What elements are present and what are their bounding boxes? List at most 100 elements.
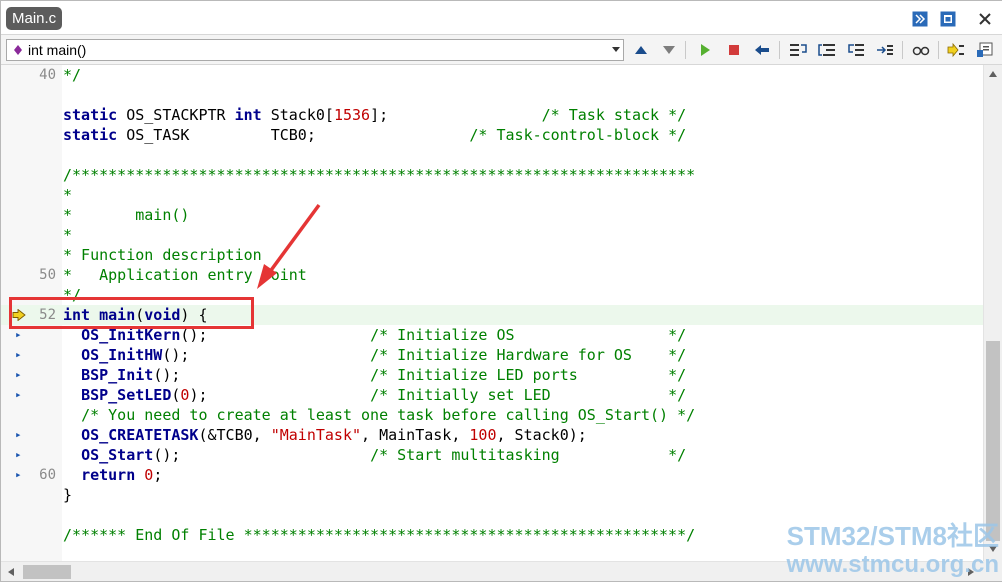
doc-map-icon[interactable] <box>911 10 929 28</box>
vertical-scrollbar[interactable] <box>983 65 1002 561</box>
float-window-icon[interactable] <box>939 10 957 28</box>
breakpoint-slot-icon[interactable]: ▸ <box>15 425 23 445</box>
line-number: 40 <box>39 67 56 83</box>
breakpoint-slot-icon[interactable]: ▸ <box>15 445 23 465</box>
watermark: STM32/STM8社区 www.stmcu.org.cn <box>769 521 999 579</box>
code-token: * main() <box>63 206 190 224</box>
breakpoint-slot-icon[interactable]: ▸ <box>15 465 23 485</box>
code-token: BSP_SetLED <box>81 386 172 404</box>
code-line[interactable]: * main() <box>1 205 983 225</box>
close-icon[interactable] <box>976 10 994 28</box>
code-line[interactable]: 60 ▸ return 0; <box>1 465 983 485</box>
code-line[interactable]: ▸ OS_InitHW(); /* Initialize Hardware fo… <box>1 345 983 365</box>
scroll-up-icon[interactable] <box>632 42 650 58</box>
code-token: OS_CREATETASK <box>81 426 199 444</box>
code-line[interactable]: 50 * Application entry point <box>1 265 983 285</box>
code-text: static OS_STACKPTR int Stack0[1536]; /* … <box>63 105 686 125</box>
stop-icon[interactable] <box>725 42 743 58</box>
back-icon[interactable] <box>753 42 771 58</box>
code-text: } <box>63 485 72 505</box>
code-token: ]; <box>370 106 542 124</box>
code-line[interactable]: * <box>1 185 983 205</box>
code-line[interactable]: ▸ OS_Start(); /* Start multitasking */ <box>1 445 983 465</box>
file-tab[interactable]: Main.c <box>6 7 63 30</box>
scroll-up-arrow-icon[interactable] <box>988 70 998 78</box>
line-number: 60 <box>39 467 56 483</box>
code-token: OS_TASK TCB0; <box>117 126 470 144</box>
scroll-left-arrow-icon[interactable] <box>7 567 15 577</box>
code-text: /* You need to create at least one task … <box>63 405 695 425</box>
code-token: 100 <box>469 426 497 444</box>
code-token: */ <box>63 66 82 84</box>
breakpoint-slot-icon[interactable]: ▸ <box>15 345 23 365</box>
code-text: * <box>63 185 72 205</box>
code-token: OS_InitHW <box>81 346 163 364</box>
code-token: /* Task-control-block */ <box>469 126 687 144</box>
code-token: 1536 <box>333 106 371 124</box>
code-text: */ <box>63 65 81 85</box>
code-line[interactable]: ▸ BSP_SetLED(0); /* Initially set LED */ <box>1 385 983 405</box>
chevron-down-icon <box>612 47 620 52</box>
code-text: BSP_SetLED(0); /* Initially set LED */ <box>63 385 686 405</box>
editor-window: Main.c int main() 40 */ static OS_STACKP… <box>0 0 1002 582</box>
step-into-icon[interactable] <box>789 42 807 58</box>
watermark-line2: www.stmcu.org.cn <box>786 551 999 578</box>
code-token: 0 <box>144 466 154 484</box>
settings-icon[interactable] <box>976 42 994 58</box>
code-token: (); <box>162 346 371 364</box>
code-line[interactable]: ▸ BSP_Init(); /* Initialize LED ports */ <box>1 365 983 385</box>
run-to-cursor-icon[interactable] <box>876 42 894 58</box>
code-token: /* Start multitasking */ <box>370 446 687 464</box>
breakpoint-slot-icon[interactable]: ▸ <box>15 365 23 385</box>
code-line[interactable]: * <box>1 225 983 245</box>
set-pc-icon[interactable] <box>947 42 965 58</box>
code-token: /* Initialize OS */ <box>370 326 687 344</box>
watch-icon[interactable] <box>912 42 930 58</box>
code-line[interactable] <box>1 85 983 105</box>
breakpoint-slot-icon[interactable]: ▸ <box>15 385 23 405</box>
vertical-scroll-thumb[interactable] <box>986 341 1000 541</box>
code-line[interactable]: /* You need to create at least one task … <box>1 405 983 425</box>
scroll-down-icon[interactable] <box>660 42 678 58</box>
code-line[interactable]: /***************************************… <box>1 165 983 185</box>
code-token: /***************************************… <box>63 166 696 184</box>
code-token: ); <box>189 386 371 404</box>
code-line[interactable]: * Function description <box>1 245 983 265</box>
code-token: * Function description <box>63 246 262 264</box>
code-token: /****** End Of File ********************… <box>63 526 696 544</box>
code-text: OS_CREATETASK(&TCB0, "MainTask", MainTas… <box>63 425 587 445</box>
function-icon <box>14 45 22 55</box>
step-over-icon[interactable] <box>818 42 836 58</box>
code-line[interactable]: static OS_TASK TCB0; /* Task-control-blo… <box>1 125 983 145</box>
horizontal-scroll-thumb[interactable] <box>23 565 71 579</box>
code-token: /* Initialize LED ports */ <box>370 366 687 384</box>
toolbar-divider <box>902 41 903 59</box>
code-text: /***************************************… <box>63 165 695 185</box>
function-selector[interactable]: int main() <box>6 39 624 61</box>
code-text: * main() <box>63 205 189 225</box>
code-token: /* You need to create at least one task … <box>81 406 696 424</box>
code-token: "MainTask" <box>270 426 362 444</box>
code-token: OS_STACKPTR <box>117 106 235 124</box>
code-token: * Application entry point <box>63 266 307 284</box>
run-icon[interactable] <box>696 42 714 58</box>
code-text: * Function description <box>63 245 262 265</box>
code-line[interactable]: 40 */ <box>1 65 983 85</box>
code-text: BSP_Init(); /* Initialize LED ports */ <box>63 365 686 385</box>
code-text: * <box>63 225 72 245</box>
step-out-icon[interactable] <box>847 42 865 58</box>
code-line[interactable]: static OS_STACKPTR int Stack0[1536]; /* … <box>1 105 983 125</box>
code-text: * Application entry point <box>63 265 307 285</box>
toolbar-divider <box>779 41 780 59</box>
code-line[interactable]: ▸ OS_CREATETASK(&TCB0, "MainTask", MainT… <box>1 425 983 445</box>
code-token: Stack0[ <box>261 106 334 124</box>
code-token: (); <box>153 366 371 384</box>
code-line[interactable] <box>1 145 983 165</box>
code-token: * <box>63 226 73 244</box>
code-line[interactable]: } <box>1 485 983 505</box>
